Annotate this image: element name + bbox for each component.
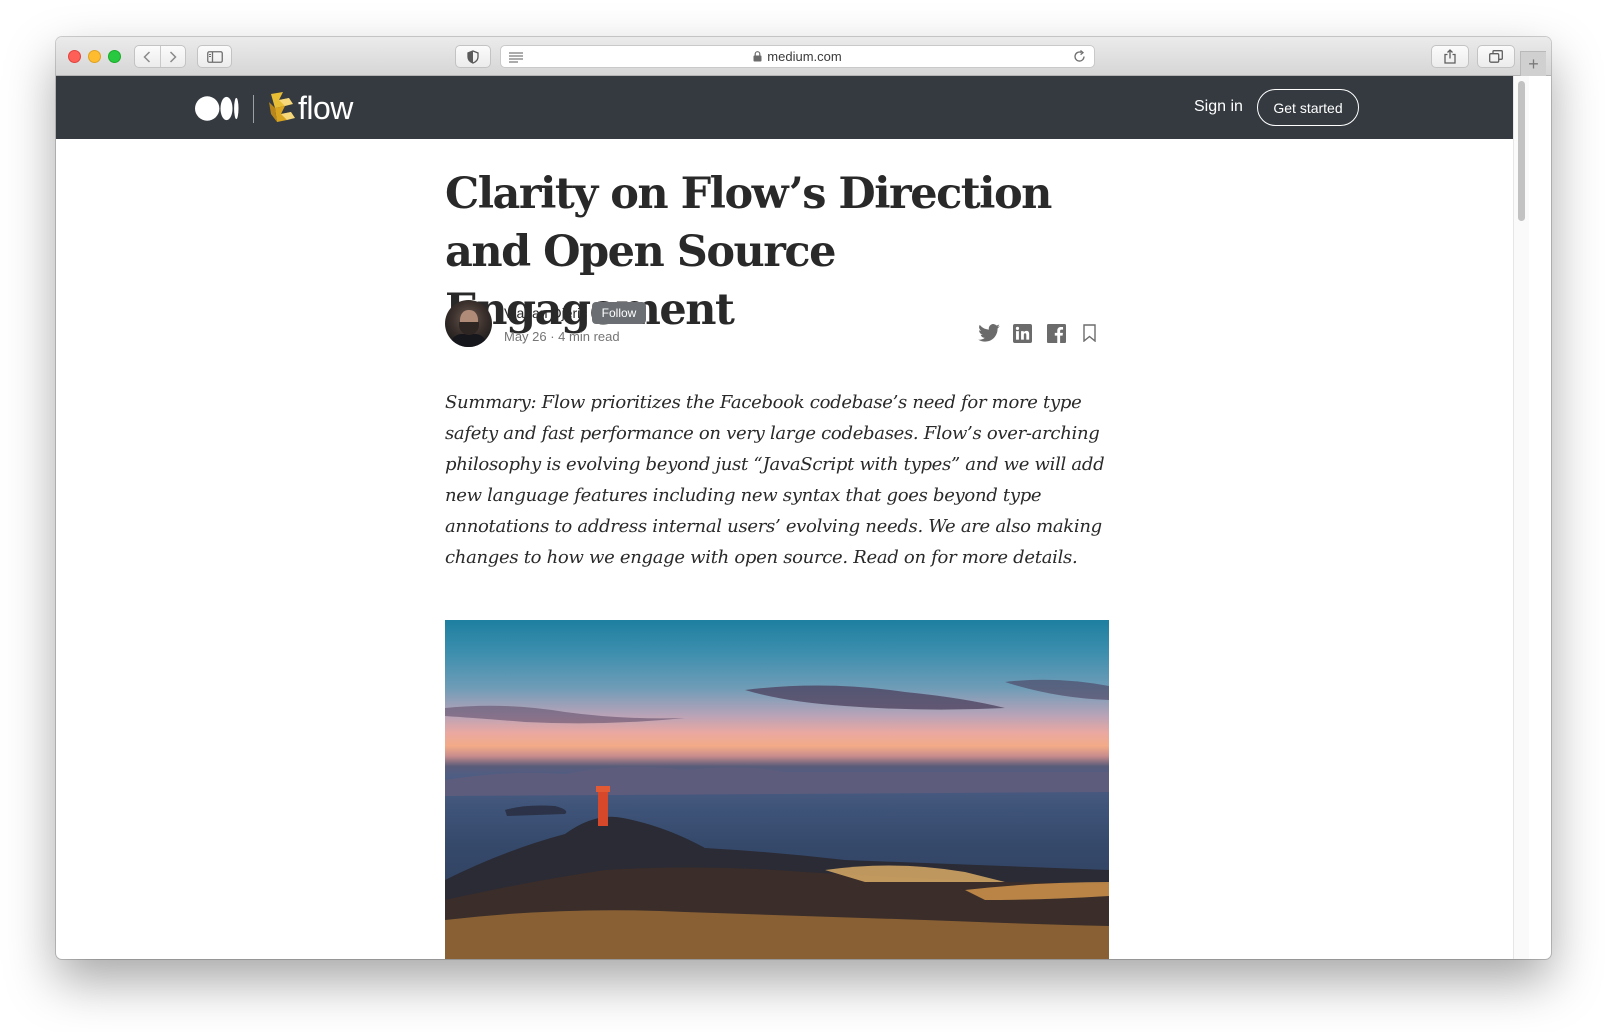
medium-logo[interactable] xyxy=(195,96,240,121)
linkedin-icon[interactable] xyxy=(1011,322,1033,344)
chevron-right-icon xyxy=(169,50,177,63)
sidebar-toggle-button[interactable] xyxy=(197,45,232,68)
url-text: medium.com xyxy=(767,49,842,64)
city-skyline-illustration xyxy=(445,679,1109,959)
article-summary: Summary: Flow prioritizes the Facebook c… xyxy=(445,392,1105,568)
tabs-icon xyxy=(1489,50,1503,63)
tab-overview-button[interactable] xyxy=(1477,45,1515,68)
page-scrollbar[interactable] xyxy=(1513,76,1529,959)
follow-button[interactable]: Follow xyxy=(592,302,646,324)
bookmark-icon[interactable] xyxy=(1079,322,1099,344)
hero-image xyxy=(445,620,1109,959)
minimize-window-button[interactable] xyxy=(88,50,101,63)
lock-icon xyxy=(753,51,762,62)
shield-icon xyxy=(467,49,479,64)
navigation-buttons xyxy=(134,45,186,68)
address-bar[interactable]: medium.com xyxy=(500,45,1095,68)
reader-view-icon[interactable] xyxy=(509,51,523,66)
close-window-button[interactable] xyxy=(68,50,81,63)
sidebar-icon xyxy=(206,50,223,63)
share-icon xyxy=(1444,49,1456,64)
author-name[interactable]: Vladan Djeric xyxy=(504,305,587,321)
zoom-window-button[interactable] xyxy=(108,50,121,63)
browser-window: medium.com + flow Sign in Get started Cl… xyxy=(56,37,1551,959)
forward-button[interactable] xyxy=(159,46,185,67)
share-button[interactable] xyxy=(1431,45,1469,68)
new-tab-button[interactable]: + xyxy=(1520,51,1546,76)
browser-toolbar: medium.com + xyxy=(56,37,1551,76)
back-button[interactable] xyxy=(135,46,160,67)
twitter-icon[interactable] xyxy=(977,322,1001,344)
site-header: flow Sign in Get started xyxy=(56,76,1513,139)
get-started-button[interactable]: Get started xyxy=(1257,89,1359,126)
reload-icon[interactable] xyxy=(1073,50,1086,66)
flow-logo-icon[interactable] xyxy=(267,92,297,126)
scrollbar-thumb[interactable] xyxy=(1518,81,1525,221)
author-avatar[interactable] xyxy=(445,300,492,347)
privacy-report-button[interactable] xyxy=(455,45,491,68)
sign-in-link[interactable]: Sign in xyxy=(1194,98,1243,116)
plus-icon: + xyxy=(1528,53,1539,74)
facebook-icon[interactable] xyxy=(1045,322,1067,344)
chevron-left-icon xyxy=(143,50,151,63)
article-meta: May 26 · 4 min read xyxy=(504,329,620,344)
publication-name[interactable]: flow xyxy=(298,90,353,127)
logo-divider xyxy=(253,95,254,123)
